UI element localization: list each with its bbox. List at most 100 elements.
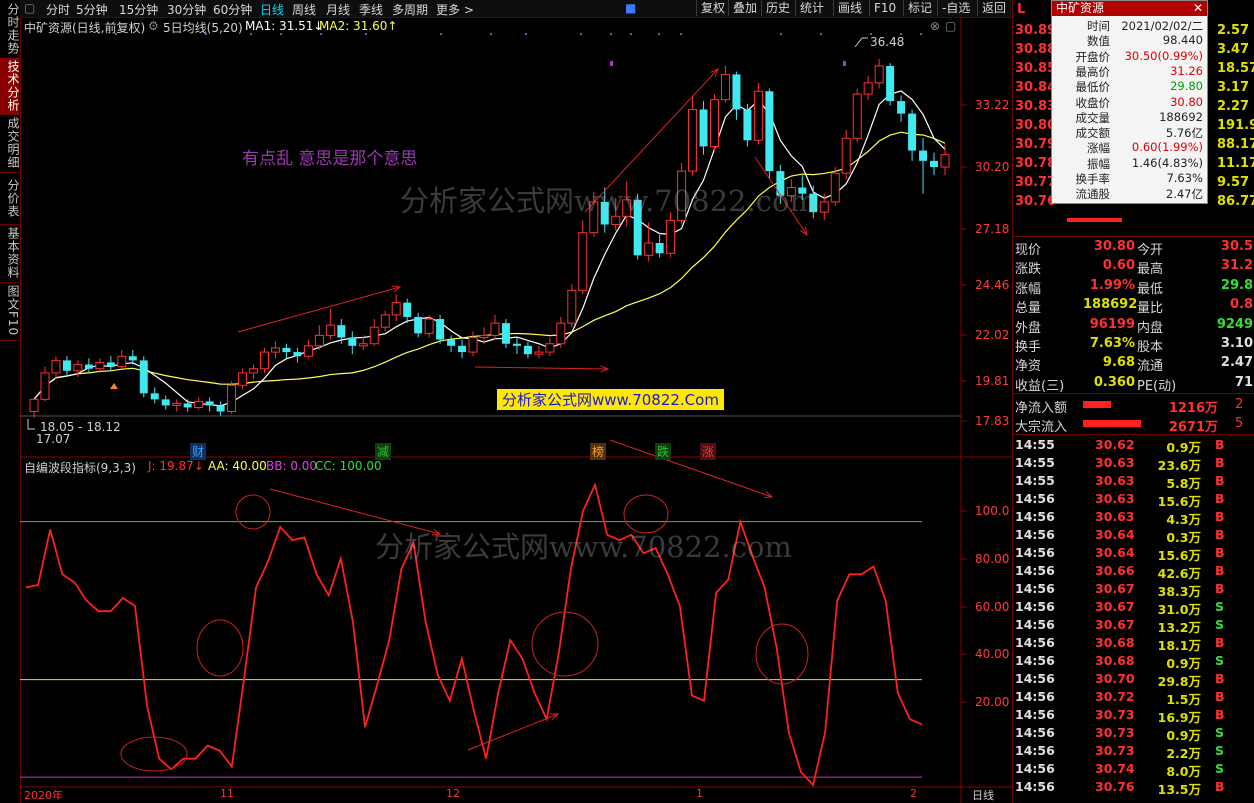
- tooltip-key: 收盘价: [1075, 95, 1111, 110]
- tooltip-row: 收盘价 30.80: [1052, 95, 1207, 110]
- event-tag-reduce[interactable]: 减: [375, 443, 392, 460]
- candlestick: [84, 358, 93, 373]
- watchlist-button[interactable]: -自选: [937, 0, 974, 16]
- tick-row: 14:56 30.67 31.0万 S: [1013, 598, 1254, 617]
- f10-button[interactable]: F10: [869, 0, 900, 16]
- tooltip-value: 1.46(4.83%): [1131, 155, 1203, 170]
- overlay-button[interactable]: 叠加: [728, 0, 761, 16]
- stat-row: 现价 30.80 今开 30.5: [1013, 238, 1254, 258]
- draw-line-button[interactable]: 画线: [833, 0, 866, 16]
- tab-technical-analysis[interactable]: 技术分析: [0, 58, 20, 115]
- period-multi[interactable]: 多周期: [392, 1, 428, 18]
- history-button[interactable]: 历史: [761, 0, 794, 16]
- event-tag-fall[interactable]: 跌: [655, 443, 672, 460]
- period-30min[interactable]: 30分钟: [167, 1, 206, 18]
- tick-row: 14:56 30.67 38.3万 B: [1013, 580, 1254, 599]
- candlestick: [578, 220, 588, 295]
- tick-time: 14:56: [1015, 707, 1055, 722]
- tick-side: S: [1215, 599, 1225, 614]
- indicator-axis-label: 20.00: [975, 695, 1010, 709]
- orderbook-price: 30.79: [1015, 137, 1057, 152]
- tick-time: 14:56: [1015, 527, 1055, 542]
- tick-price: 30.76: [1095, 779, 1135, 794]
- chart-expand-icon[interactable]: ▢: [945, 19, 956, 33]
- tooltip-key: 开盘价: [1075, 49, 1111, 64]
- candlestick: [886, 63, 895, 106]
- flow-row: 大宗流入 2671万 5: [1013, 415, 1254, 435]
- tooltip-key: 流通股: [1075, 187, 1111, 202]
- stat-row: 涨跌 0.60 最高 31.2: [1013, 257, 1254, 277]
- period-15min[interactable]: 15分钟: [119, 1, 158, 18]
- orderbook-price: 30.80: [1015, 118, 1057, 133]
- period-intraday[interactable]: 分时: [46, 1, 70, 18]
- candlestick: [753, 82, 763, 145]
- chart-close-icon[interactable]: ⊗: [930, 19, 940, 33]
- candlestick: [249, 364, 259, 380]
- tooltip-row: 最高价 31.26: [1052, 64, 1207, 79]
- tick-row: 14:55 30.63 23.6万 B: [1013, 454, 1254, 473]
- period-daily[interactable]: 日线: [260, 1, 284, 18]
- flow-value: 1216万: [1168, 401, 1218, 416]
- stat-key: 涨幅: [1015, 281, 1042, 297]
- aa-value: AA: 40.00: [208, 459, 267, 473]
- adjust-button[interactable]: 复权: [696, 0, 729, 16]
- flow-extra: 5: [1235, 416, 1244, 431]
- price-axis-label: 19.81: [975, 374, 1010, 388]
- stat-key: 量比: [1137, 301, 1164, 317]
- candlestick: [259, 347, 269, 373]
- flow-value: 2671万: [1168, 420, 1218, 435]
- period-5min[interactable]: 5分钟: [76, 1, 108, 18]
- settings-gear-icon[interactable]: ⚙: [148, 19, 159, 33]
- tab-f10[interactable]: 图文F10: [0, 282, 20, 341]
- candlestick: [161, 395, 170, 410]
- tick-time: 14:56: [1015, 509, 1055, 524]
- tick-price: 30.64: [1095, 527, 1135, 542]
- mark-button[interactable]: 标记: [903, 0, 936, 16]
- period-more[interactable]: 更多 >: [436, 1, 474, 18]
- tick-price: 30.63: [1095, 455, 1135, 470]
- stat-value: 9.68: [1102, 355, 1135, 371]
- tick-row: 14:56 30.64 15.6万 B: [1013, 544, 1254, 563]
- flow-row: 净流入额 1216万 2: [1013, 396, 1254, 416]
- period-weekly[interactable]: 周线: [292, 1, 316, 18]
- tab-intraday[interactable]: 分时走势: [0, 0, 20, 59]
- tick-time: 14:56: [1015, 563, 1055, 578]
- period-quarterly[interactable]: 季线: [359, 1, 383, 18]
- statistics-button[interactable]: 统计: [795, 0, 828, 16]
- stat-value: 96199: [1089, 316, 1135, 332]
- candlestick: [841, 130, 851, 180]
- tick-side: B: [1215, 671, 1225, 686]
- orderbook-price: 30.84: [1015, 80, 1057, 95]
- tooltip-title: 中矿资源: [1052, 1, 1207, 16]
- stat-key: 换手: [1015, 340, 1042, 355]
- menu-square-icon[interactable]: ▢: [24, 1, 35, 15]
- stat-row: 收益(三) 0.360 PE(动) 71: [1013, 374, 1254, 394]
- kline-chart[interactable]: [20, 17, 1012, 803]
- chart-grid-icon[interactable]: ■: [625, 1, 636, 15]
- tick-price: 30.67: [1095, 599, 1135, 614]
- back-button[interactable]: 返回: [977, 0, 1010, 16]
- stat-value: 71: [1234, 374, 1253, 390]
- tab-price-distribution[interactable]: 分价表: [0, 172, 20, 225]
- close-icon[interactable]: ✕: [1193, 1, 1203, 15]
- tick-price: 30.73: [1095, 707, 1135, 722]
- date-axis-label: 1: [696, 787, 703, 800]
- tab-basic-info[interactable]: 基本资料: [0, 224, 20, 283]
- period-60min[interactable]: 60分钟: [213, 1, 252, 18]
- orderbook-price: 30.89: [1015, 23, 1057, 38]
- stat-row: 涨幅 1.99% 最低 29.8: [1013, 277, 1254, 297]
- period-monthly[interactable]: 月线: [326, 1, 350, 18]
- tick-time: 14:56: [1015, 599, 1055, 614]
- event-tag-rise[interactable]: 涨: [700, 443, 717, 460]
- stat-key: 最低: [1137, 281, 1164, 297]
- trend-arrow: [467, 713, 560, 751]
- tab-trade-details[interactable]: 成交明细: [0, 114, 20, 173]
- tooltip-row: 成交额 5.76亿: [1052, 125, 1207, 140]
- stat-value: 31.2: [1220, 258, 1253, 274]
- event-tag-list[interactable]: 榜: [590, 443, 607, 460]
- candlestick: [62, 356, 71, 375]
- tick-row: 14:56 30.63 4.3万 B: [1013, 508, 1254, 527]
- tooltip-row: 换手率 7.63%: [1052, 171, 1207, 186]
- event-tag-earnings[interactable]: 财: [190, 443, 207, 460]
- candlestick: [293, 347, 302, 363]
